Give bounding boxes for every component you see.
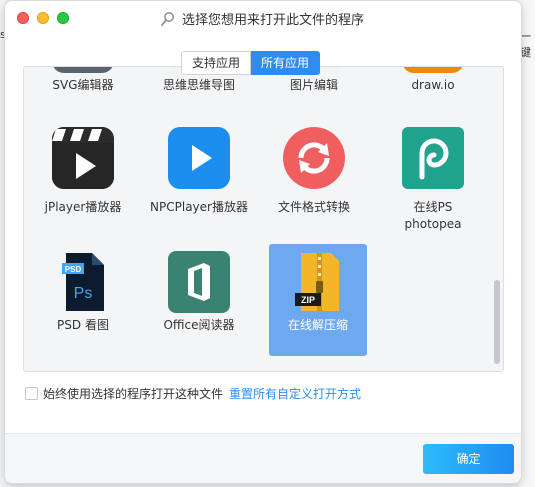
title-group: 选择您想用来打开此文件的程序 [160,9,364,28]
always-use-row: 始终使用选择的程序打开这种文件 重置所有自定义打开方式 [25,385,361,402]
svg-text:ZIP: ZIP [301,295,315,305]
app-filter-tabs: 支持应用 所有应用 [181,51,321,75]
drawio-icon [402,67,464,73]
app-label: 在线解压缩 [287,318,348,332]
psd-file-icon: PSD Ps [52,251,114,313]
svg-text:PSD: PSD [65,265,82,274]
app-label: PSD 看图 [57,318,109,332]
app-label: Office阅读器 [163,318,235,332]
app-grid: SVG编辑器 思维思维导图 图片编辑 draw.io jPlayer播放器 NP… [23,66,504,372]
app-label: 文件格式转换 [277,200,350,214]
app-grid-scrollbar[interactable] [494,280,500,364]
always-use-label: 始终使用选择的程序打开这种文件 [43,387,224,401]
always-use-checkbox[interactable] [25,387,38,400]
app-drawio[interactable]: draw.io [384,67,482,94]
office-icon [168,251,230,313]
close-window-button[interactable] [17,12,29,24]
dialog-title: 选择您想用来打开此文件的程序 [182,13,365,28]
svg-text:Ps: Ps [74,285,93,302]
app-label: 思维思维导图 [162,78,235,92]
app-online-unzip[interactable]: ZIP 在线解压缩 [269,244,367,356]
zoom-window-button[interactable] [57,12,69,24]
app-npcplayer[interactable]: NPCPlayer播放器 [150,127,248,216]
confirm-button[interactable]: 确定 [423,444,514,474]
app-label: 在线PS photopea [404,200,462,231]
background-text-right: 一键 [520,30,531,59]
title-bar: 选择您想用来打开此文件的程序 [5,1,521,35]
app-format-convert[interactable]: 文件格式转换 [265,127,363,216]
app-label: NPCPlayer播放器 [150,200,248,214]
tab-all-apps[interactable]: 所有应用 [251,51,321,75]
open-with-dialog: 选择您想用来打开此文件的程序 SVG编辑器 思维思维导图 图片编辑 draw.i… [4,0,522,484]
photopea-icon [402,127,464,189]
app-label: 图片编辑 [289,78,338,92]
clapperboard-icon [52,127,114,189]
app-photopea[interactable]: 在线PS photopea [384,127,482,233]
app-jplayer[interactable]: jPlayer播放器 [34,127,132,216]
search-icon [161,11,174,26]
app-psd-viewer[interactable]: PSD Ps PSD 看图 [34,251,132,334]
zip-archive-icon: ZIP [287,251,349,313]
tab-supported-apps[interactable]: 支持应用 [181,51,252,75]
app-svg-editor[interactable]: SVG编辑器 [34,67,132,94]
convert-arrows-icon [283,127,345,189]
app-label: jPlayer播放器 [44,200,122,214]
reset-open-methods-link[interactable]: 重置所有自定义打开方式 [229,385,361,402]
svg-editor-icon [52,67,114,73]
app-office-reader[interactable]: Office阅读器 [150,251,248,334]
app-label: draw.io [411,78,455,92]
play-button-icon [168,127,230,189]
minimize-window-button[interactable] [37,12,49,24]
app-label: SVG编辑器 [52,78,114,92]
dialog-footer: 确定 [5,433,521,483]
